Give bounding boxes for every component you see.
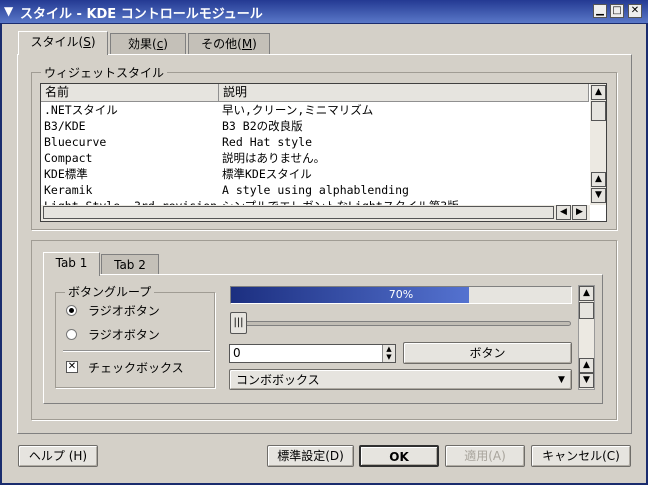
list-item[interactable]: Compact 説明はありません。 [41,150,589,166]
scroll-left-arrow-icon[interactable]: ◀ [556,205,571,220]
style-list[interactable]: 名前 説明 .NETスタイル 早い,クリーン,ミニマリズム B3/KDE B3 B2の… [40,83,607,222]
scroll-down-arrow-icon[interactable]: ▲ [591,172,606,187]
radio-button-2-label: ラジオボタン [88,328,160,342]
preview-scroll-up-icon[interactable]: ▲ [579,286,594,301]
list-item-description: A style using alphablending [222,183,409,197]
vertical-scrollbar[interactable]: ▲ ▲ ▼ [590,84,606,205]
title-bar[interactable]: ▼ スタイル - KDE コントロールモジュール ▁ □ ✕ [0,0,648,24]
spin-arrows-icon[interactable]: ▲ ▼ [382,345,395,362]
tab-misc[interactable]: その他(M) [188,33,270,55]
button-group-divider [63,350,210,352]
radio-button-1-label: ラジオボタン [88,304,160,318]
list-item-description: Red Hat style [222,135,313,149]
preview-tab-2[interactable]: Tab 2 [101,254,159,276]
slider-handle[interactable]: ||| [230,312,247,334]
column-header-description[interactable]: 説明 [219,84,589,102]
ok-button[interactable]: OK [359,445,439,467]
combo-box[interactable]: コンボボックス ▼ [229,369,572,390]
button-group-title: ボタングループ [65,283,155,300]
apply-button[interactable]: 適用(A) [445,445,525,467]
list-item-description: 説明はありません。 [222,151,326,165]
tab-style[interactable]: スタイル(S) [18,31,108,55]
list-item[interactable]: B3/KDE B3 B2の改良版 [41,118,589,134]
list-item-name: Keramik [44,183,93,197]
checkbox-label: チェックボックス [88,361,184,375]
list-item-description: 早い,クリーン,ミニマリズム [222,103,374,117]
widget-style-group-title: ウィジェットスタイル [41,64,168,81]
chevron-down-icon: ▼ [558,375,565,385]
list-item-name: KDE標準 [44,167,88,181]
help-button[interactable]: ヘルプ (H) [18,445,98,467]
list-item[interactable]: Keramik A style using alphablending [41,182,589,198]
list-item-name: Bluecurve [44,135,107,149]
horizontal-scrollbar[interactable]: ◀ ▶ [41,205,590,221]
slider-track[interactable] [236,321,571,326]
list-item-name: B3/KDE [44,119,86,133]
list-item-description: B3 B2の改良版 [222,119,303,133]
list-item-name: .NETスタイル [44,103,118,117]
progress-bar: 70% [230,286,572,304]
spin-box-value: 0 [233,346,241,360]
window-title: スタイル - KDE コントロールモジュール [20,7,263,22]
scroll-thumb[interactable] [591,101,606,121]
radio-button-1[interactable] [66,305,77,316]
preview-tab-1[interactable]: Tab 1 [43,252,100,276]
combo-box-value: コンボボックス [236,373,320,387]
checkbox[interactable]: ✕ [66,361,78,373]
list-item-description: 標準KDEスタイル [222,167,312,181]
list-item[interactable]: Bluecurve Red Hat style [41,134,589,150]
spin-box[interactable]: 0 ▲ ▼ [229,344,396,363]
defaults-button[interactable]: 標準設定(D) [267,445,354,467]
radio-button-2[interactable] [66,329,77,340]
tab-effects[interactable]: 効果(c) [110,33,186,55]
scroll-down-arrow-icon-2[interactable]: ▼ [591,188,606,203]
minimize-button[interactable]: ▁ [593,4,607,18]
scroll-up-arrow-icon[interactable]: ▲ [591,85,606,100]
window-menu-icon[interactable]: ▼ [4,4,13,18]
preview-scroll-thumb[interactable] [579,302,594,319]
maximize-button[interactable]: □ [610,4,624,18]
push-button[interactable]: ボタン [403,342,572,364]
column-header-name[interactable]: 名前 [41,84,219,102]
preview-scroll-down-icon[interactable]: ▼ [579,373,594,388]
list-item-name: Compact [44,151,93,165]
cancel-button[interactable]: キャンセル(C) [531,445,631,467]
list-item[interactable]: .NETスタイル 早い,クリーン,ミニマリズム [41,102,589,118]
list-item[interactable]: KDE標準 標準KDEスタイル [41,166,589,182]
scroll-right-arrow-icon[interactable]: ▶ [572,205,587,220]
progress-text: 70% [388,288,414,301]
hscroll-thumb[interactable] [43,206,554,219]
preview-scroll-up-icon-2[interactable]: ▲ [579,358,594,373]
preview-vertical-scrollbar[interactable]: ▲ ▲ ▼ [578,285,595,390]
close-button[interactable]: ✕ [628,4,642,18]
